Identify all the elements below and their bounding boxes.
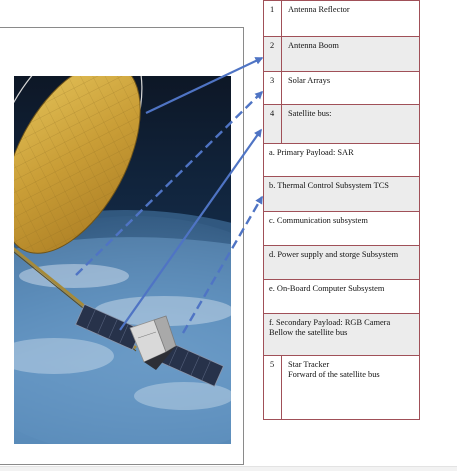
legend-row-antenna-reflector: 1 Antenna Reflector [263, 0, 420, 37]
legend-row-satellite-bus: 4 Satellite bus: [263, 104, 420, 144]
legend-label: Antenna Boom [281, 36, 420, 72]
legend-row-star-tracker: 5 Star Tracker Forward of the satellite … [263, 355, 420, 420]
legend-number: 3 [263, 71, 282, 105]
component-legend-table: 1 Antenna Reflector 2 Antenna Boom 3 Sol… [263, 0, 420, 420]
legend-label: b. Thermal Control Subsystem TCS [263, 176, 420, 212]
legend-row-communication: c. Communication subsystem [263, 211, 420, 246]
satellite-illustration [14, 76, 231, 444]
legend-number: 2 [263, 36, 282, 72]
legend-number: 5 [263, 355, 282, 420]
legend-row-on-board-computer: e. On-Board Computer Subsystem [263, 279, 420, 314]
legend-label: f. Secondary Payload: RGB Camera Bellow … [263, 313, 420, 356]
legend-label: a. Primary Payload: SAR [263, 143, 420, 177]
legend-row-antenna-boom: 2 Antenna Boom [263, 36, 420, 72]
legend-label: Star Tracker Forward of the satellite bu… [281, 355, 420, 420]
legend-row-thermal-control: b. Thermal Control Subsystem TCS [263, 176, 420, 212]
legend-row-secondary-payload: f. Secondary Payload: RGB Camera Bellow … [263, 313, 420, 356]
legend-number: 4 [263, 104, 282, 144]
legend-label: c. Communication subsystem [263, 211, 420, 246]
legend-row-solar-arrays: 3 Solar Arrays [263, 71, 420, 105]
legend-number: 1 [263, 0, 282, 37]
legend-label: d. Power supply and storge Subsystem [263, 245, 420, 280]
legend-label: Antenna Reflector [281, 0, 420, 37]
legend-label: e. On-Board Computer Subsystem [263, 279, 420, 314]
legend-label: Solar Arrays [281, 71, 420, 105]
legend-row-primary-payload: a. Primary Payload: SAR [263, 143, 420, 177]
legend-label: Satellite bus: [281, 104, 420, 144]
legend-row-power-supply: d. Power supply and storge Subsystem [263, 245, 420, 280]
page-bottom-edge [0, 466, 457, 471]
